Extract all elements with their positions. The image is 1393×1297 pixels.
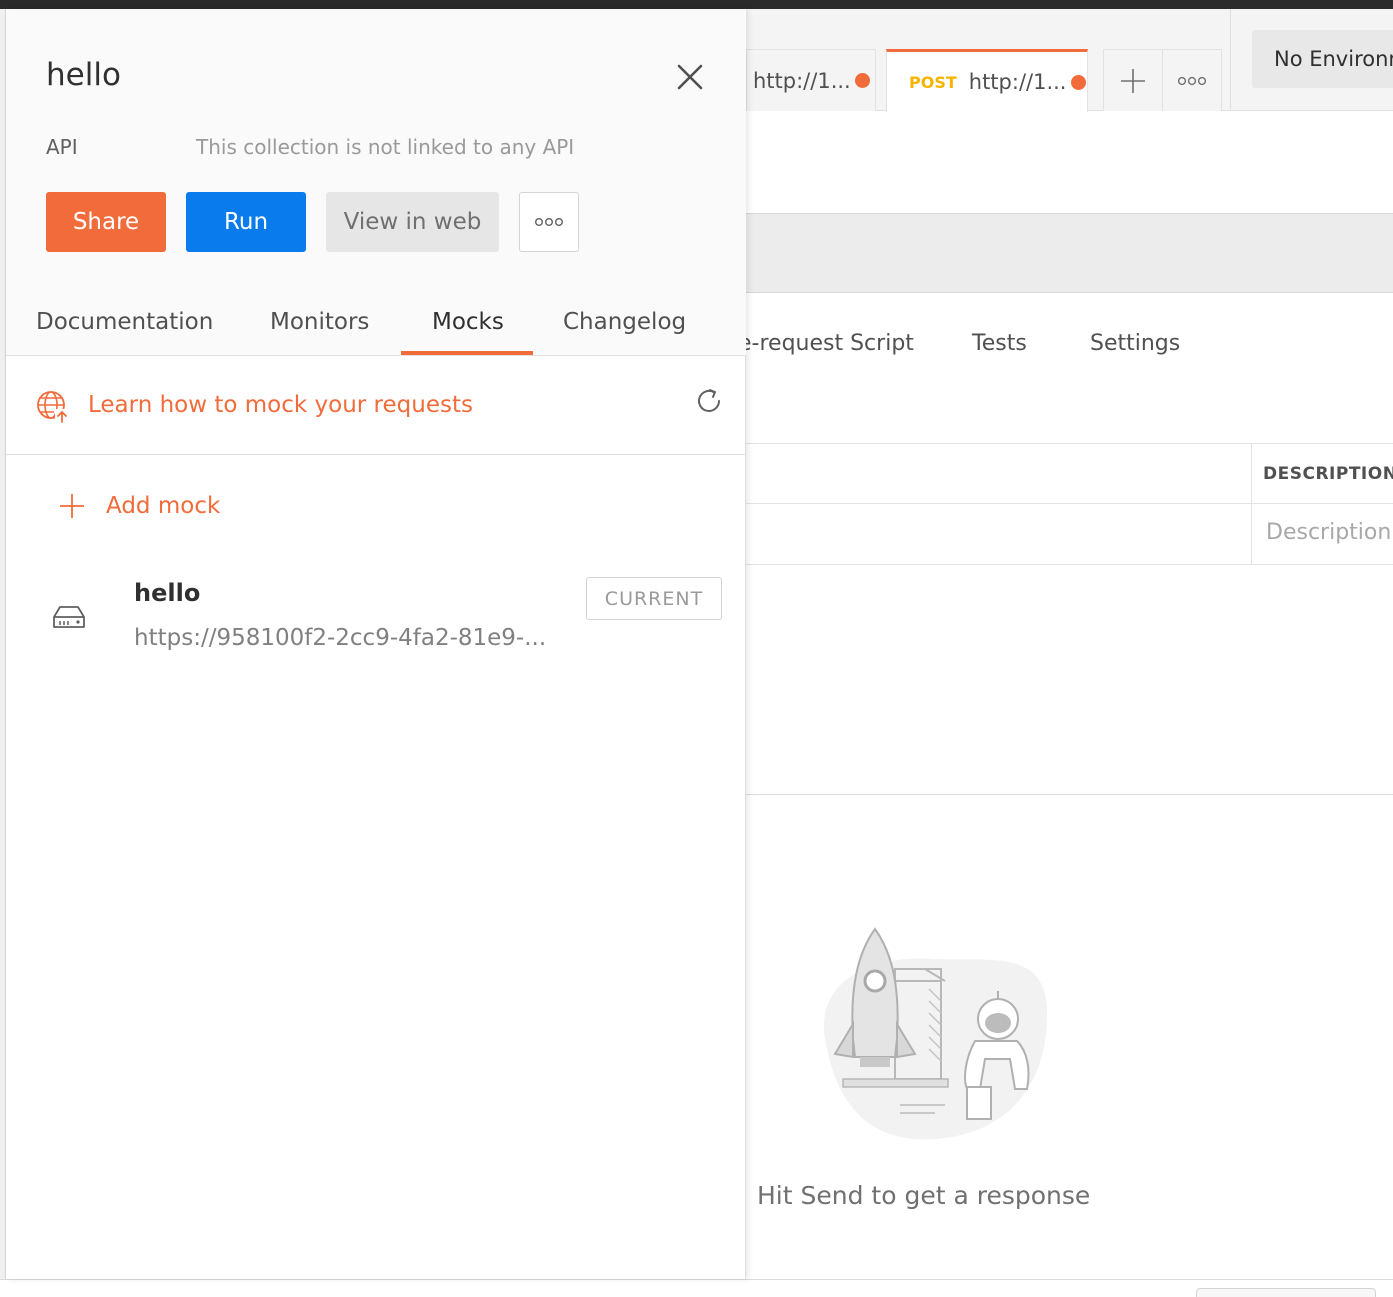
api-status-text: This collection is not linked to any API [196,135,575,159]
view-in-web-button[interactable]: View in web [326,192,499,252]
tab-mocks[interactable]: Mocks [432,309,504,335]
window-top-bar [0,0,1393,9]
close-icon [677,64,703,90]
unsaved-dot-icon [854,73,870,88]
tab-strip-divider [1230,9,1231,111]
active-tab-indicator [401,351,533,355]
mock-url: https://958100f2-2cc9-4fa2-81e9-... [134,625,547,651]
tab-documentation[interactable]: Documentation [36,309,213,335]
request-tab-2-method: POST [909,72,957,92]
plus-icon [1121,68,1145,93]
request-tab-2-url: http://1... [968,70,1067,94]
description-column-header: DESCRIPTION [1263,464,1393,484]
tab-tests[interactable]: Tests [972,331,1027,356]
environment-select[interactable]: No Environment [1252,30,1393,88]
mock-server-icon [53,606,85,628]
more-options-icon [535,218,564,226]
status-bar-control[interactable] [1196,1288,1376,1297]
refresh-icon[interactable] [694,386,724,416]
response-divider [746,794,1393,795]
panel-header: hello API This collection is not linked … [6,9,746,356]
tab-changelog[interactable]: Changelog [563,309,686,335]
url-bar[interactable] [746,213,1393,293]
collection-title: hello [46,57,121,93]
request-tab-1[interactable]: http://1... [746,49,876,111]
learn-mock-row: Learn how to mock your requests [6,356,746,455]
learn-mock-link[interactable]: Learn how to mock your requests [88,392,473,418]
add-mock-label: Add mock [106,493,221,519]
tab-options-button[interactable] [1162,49,1222,111]
response-empty-message: Hit Send to get a response [757,1181,1091,1210]
rocket-astronaut-illustration [823,927,1048,1140]
collection-details-panel: hello API This collection is not linked … [6,9,746,1279]
more-options-icon [1177,76,1207,85]
tab-monitors[interactable]: Monitors [270,309,369,335]
add-mock-button[interactable]: Add mock [58,489,220,523]
current-badge: CURRENT [586,577,722,620]
request-tab-2-active[interactable]: POST http://1... [886,49,1088,112]
mock-name: hello [134,579,201,607]
tab-prerequest-script[interactable]: e-request Script [738,331,914,356]
share-button[interactable]: Share [46,192,166,252]
mock-list-item[interactable]: hello https://958100f2-2cc9-4fa2-81e9-..… [6,569,746,669]
new-tab-button[interactable] [1103,49,1163,111]
tab-settings[interactable]: Settings [1090,331,1180,356]
plus-icon [60,494,84,518]
unsaved-dot-icon [1070,74,1086,90]
globe-upload-icon [37,391,69,423]
collection-more-button[interactable] [519,192,579,252]
run-button[interactable]: Run [186,192,306,252]
params-column-divider [1251,443,1252,565]
close-button[interactable] [672,59,708,95]
status-bar [0,1279,1393,1297]
api-label: API [46,135,78,159]
request-tab-1-url: http://1... [753,68,851,93]
description-input[interactable]: Description [1266,520,1391,545]
